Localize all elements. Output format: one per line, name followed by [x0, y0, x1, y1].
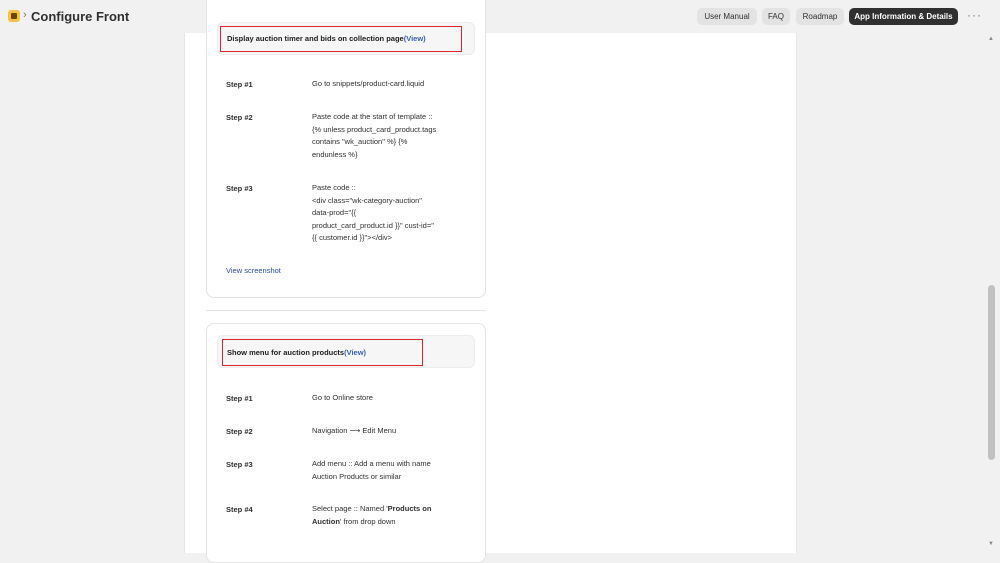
step-text: Add menu :: Add a menu with name Auction… — [312, 458, 472, 483]
step-text-line: Paste code at the start of template :: — [312, 112, 433, 121]
step-text-line: {% unless product_card_product.tags — [312, 124, 437, 134]
page-title: Configure Front — [31, 9, 130, 24]
faq-button[interactable]: FAQ — [762, 8, 790, 25]
scroll-down-icon[interactable]: ▼ — [988, 541, 994, 547]
step-label: Step #1 — [226, 394, 253, 403]
step-text-line: Auction' from drop down — [312, 516, 472, 529]
step-text-bold: Products on — [387, 504, 432, 513]
step-text: Select page :: Named 'Products on Auctio… — [312, 503, 472, 528]
step-text: Navigation ⟶ Edit Menu — [312, 426, 397, 435]
scroll-up-icon[interactable]: ▲ — [988, 36, 994, 42]
scrollbar-thumb[interactable] — [988, 285, 995, 460]
more-actions-icon[interactable]: ··· — [967, 8, 982, 22]
step-text-line: contains "wk_auction" %} {% — [312, 137, 408, 146]
step-text-suffix: ' from drop down — [339, 516, 396, 526]
app-info-button[interactable]: App Information & Details — [849, 8, 958, 25]
roadmap-button[interactable]: Roadmap — [796, 8, 844, 25]
step-text-line: data-prod="{{ — [312, 208, 357, 217]
step-text: Paste code at the start of template :: {… — [312, 111, 472, 161]
breadcrumb-chevron-icon: › — [23, 9, 27, 21]
section-heading-text: Show menu for auction products — [227, 348, 345, 357]
view-screenshot-link[interactable]: View screenshot — [226, 266, 281, 275]
step-text-prefix: Select page :: Named ' — [312, 504, 388, 513]
step-label: Step #2 — [226, 427, 253, 436]
step-label: Step #3 — [226, 460, 253, 469]
section-heading-collection: Display auction timer and bids on collec… — [227, 34, 426, 43]
step-text-line: Auction Products or similar — [312, 471, 402, 481]
user-manual-button[interactable]: User Manual — [697, 8, 757, 25]
step-text-line: Select page :: Named 'Products on — [312, 503, 472, 516]
step-text-line: <div class="wk-category-auction" — [312, 195, 422, 205]
step-label: Step #1 — [226, 80, 253, 89]
step-text-line: endunless %} — [312, 149, 358, 159]
section-divider — [206, 310, 486, 311]
step-text: Go to snippets/product-card.liquid — [312, 79, 425, 88]
section-heading-menu: Show menu for auction products(View) — [227, 348, 366, 357]
step-label: Step #4 — [226, 505, 253, 514]
view-link[interactable]: (View) — [404, 34, 426, 43]
view-link[interactable]: (View) — [344, 348, 366, 357]
section-heading-text: Display auction timer and bids on collec… — [227, 34, 404, 43]
step-text-line: Paste code :: — [312, 183, 356, 192]
step-text-line: product_card_product.id }}" cust-id=" — [312, 220, 434, 230]
app-icon[interactable] — [8, 10, 20, 22]
step-text-line: {{ customer.id }}"></div> — [312, 233, 393, 242]
step-label: Step #2 — [226, 113, 253, 122]
step-text: Go to Online store — [312, 393, 373, 402]
step-text: Paste code :: <div class="wk-category-au… — [312, 182, 472, 245]
step-text-line: Add menu :: Add a menu with name — [312, 459, 431, 468]
step-label: Step #3 — [226, 184, 253, 193]
top-bar: › Configure Front User Manual FAQ Roadma… — [0, 0, 1000, 33]
step-text-bold: Auction — [312, 516, 340, 526]
